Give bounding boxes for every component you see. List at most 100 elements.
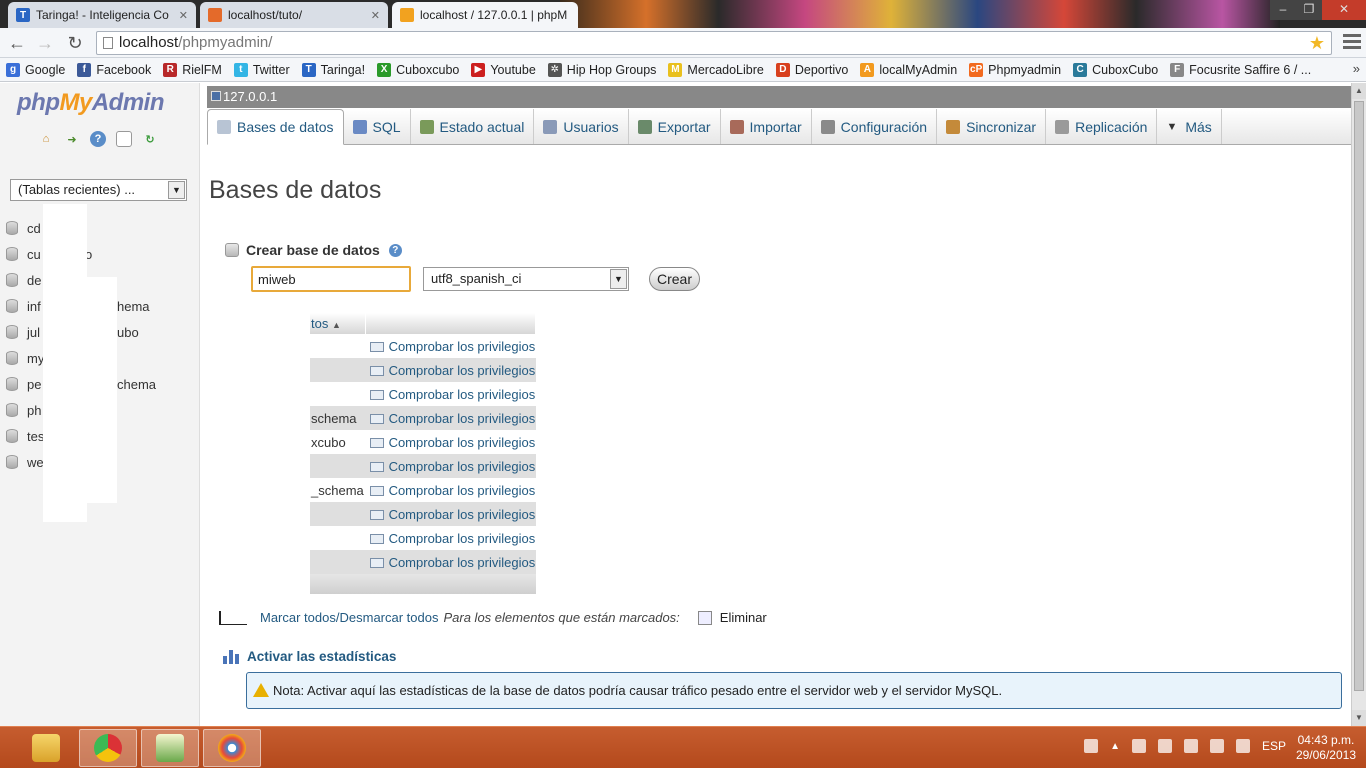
check-privileges-link[interactable]: Comprobar los privilegios	[366, 430, 536, 454]
bookmark-cuboxcubo[interactable]: C CuboxCubo	[1073, 62, 1158, 77]
help-icon[interactable]: ?	[90, 131, 106, 147]
sidebar-database-item[interactable]: jul	[6, 322, 40, 342]
privileges-icon	[369, 365, 384, 376]
database-icon	[6, 299, 18, 313]
bookmark-mercadolibre[interactable]: M MercadoLibre	[668, 62, 764, 77]
minimize-icon[interactable]: –	[1270, 0, 1296, 20]
sidebar-database-item[interactable]: cu	[6, 244, 41, 264]
replicacion-icon	[1055, 119, 1070, 134]
bookmark-google[interactable]: g Google	[6, 62, 65, 77]
tab-sincronizar[interactable]: Sincronizar	[937, 109, 1047, 144]
check-privileges-link[interactable]: Comprobar los privilegios	[365, 502, 536, 526]
battery-icon[interactable]	[1157, 739, 1172, 753]
maximize-icon[interactable]: ❐	[1296, 0, 1322, 20]
sidebar-database-item[interactable]: we	[6, 452, 44, 472]
address-bar[interactable]: localhost/phpmyadmin/ ★	[96, 31, 1332, 55]
chevron-up-icon[interactable]: ▲	[1110, 741, 1120, 752]
bookmark-star-icon[interactable]: ★	[1309, 32, 1325, 54]
chrome-app[interactable]	[79, 729, 137, 767]
tab-label: Usuarios	[563, 118, 619, 135]
bookmark-phpmyadmin[interactable]: cP Phpmyadmin	[969, 62, 1061, 77]
chevron-right-icon[interactable]: »	[1353, 61, 1360, 76]
bookmark-localmyadmin[interactable]: AlocalMyAdmin	[860, 62, 957, 77]
bookmark-hip-hop-groups[interactable]: ✲ Hip Hop Groups	[547, 62, 656, 77]
browser-tab-taringa[interactable]: T Taringa! - Inteligencia Co ✕	[8, 2, 196, 28]
sidebar-database-item[interactable]: my	[6, 348, 44, 368]
forward-arrow-icon[interactable]: →	[34, 32, 56, 54]
vertical-scrollbar[interactable]: ▲ ▼	[1351, 83, 1366, 726]
sidebar-database-item[interactable]: inf	[6, 296, 41, 316]
home-icon[interactable]: ⌂	[38, 131, 54, 147]
browser-tab-phpmyadmin[interactable]: localhost / 127.0.0.1 | phpM	[392, 2, 578, 28]
tab-replicacion[interactable]: Replicación	[1046, 109, 1158, 144]
create-database-button[interactable]: Crear	[649, 267, 700, 291]
close-icon[interactable]: ✕	[365, 9, 380, 22]
enable-statistics-link[interactable]: Activar las estadísticas	[223, 649, 396, 664]
bookmark-twitter[interactable]: t Twitter	[233, 62, 290, 77]
sidebar-database-item[interactable]: ph	[6, 400, 41, 420]
scroll-down-icon[interactable]: ▼	[1352, 710, 1366, 726]
sidebar-database-item[interactable]: cd	[6, 218, 41, 238]
check-privileges-link[interactable]: Comprobar los privilegios	[365, 454, 536, 478]
collation-select[interactable]: utf8_spanish_ci ▼	[423, 267, 629, 291]
back-arrow-icon[interactable]: ←	[6, 32, 28, 54]
server-breadcrumb[interactable]: 127.0.0.1	[207, 86, 1351, 108]
refresh-icon[interactable]: ↻	[142, 131, 158, 147]
check-privileges-link[interactable]: Comprobar los privilegios	[366, 526, 536, 550]
check-privileges-link[interactable]: Comprobar los privilegios	[365, 550, 536, 574]
google-icon: g	[6, 62, 20, 77]
signal-icon[interactable]	[1183, 739, 1198, 753]
sidebar-database-item[interactable]: tes	[6, 426, 44, 446]
bookmark-deportivo[interactable]: D Deportivo	[775, 62, 848, 77]
scrollbar-thumb[interactable]	[1354, 101, 1364, 691]
reload-icon[interactable]: ↻	[64, 32, 86, 54]
cuboxcubo-icon: X	[377, 62, 392, 77]
scroll-up-icon[interactable]: ▲	[1352, 83, 1366, 99]
tab-estado-actual[interactable]: Estado actual	[411, 109, 535, 144]
close-window-icon[interactable]: ✕	[1322, 0, 1366, 20]
bookmark-rielfm[interactable]: R RielFM	[163, 62, 222, 77]
privileges-icon	[369, 461, 384, 472]
menu-icon[interactable]	[1343, 34, 1361, 50]
documentation-icon[interactable]	[116, 131, 132, 147]
phpmyadmin-logo[interactable]: phpMyAdmin	[17, 89, 165, 117]
tab-configuracion[interactable]: Configuración	[812, 109, 938, 144]
check-privileges-link[interactable]: Comprobar los privilegios	[365, 358, 536, 382]
check-privileges-link[interactable]: Comprobar los privilegios	[366, 334, 536, 358]
sidebar-database-item[interactable]: de	[6, 270, 41, 290]
bookmark-cuboxcubo[interactable]: X Cuboxcubo	[377, 62, 459, 77]
dropbox-icon[interactable]	[1235, 739, 1250, 753]
check-privileges-link[interactable]: Comprobar los privilegios	[366, 382, 536, 406]
language-indicator[interactable]: ESP	[1262, 739, 1286, 753]
tab-importar[interactable]: Importar	[721, 109, 812, 144]
logout-icon[interactable]: ➜	[64, 131, 80, 147]
bookmark-youtube[interactable]: ▶ Youtube	[471, 62, 536, 77]
new-database-name-input[interactable]	[251, 266, 411, 292]
uncheck-all-link[interactable]: Desmarcar todos	[340, 610, 439, 625]
file-explorer-app[interactable]	[17, 729, 75, 767]
tab-label: Exportar	[657, 118, 711, 135]
network-icon[interactable]	[1084, 739, 1099, 753]
sidebar-database-item[interactable]: pe	[6, 374, 41, 394]
volume-icon[interactable]	[1209, 739, 1224, 753]
tab-exportar[interactable]: Exportar	[629, 109, 721, 144]
bookmark-focusrite-saffire-6[interactable]: F Focusrite Saffire 6 / ...	[1170, 62, 1311, 77]
delete-selected-button[interactable]: Eliminar	[697, 610, 767, 625]
bookmark-facebook[interactable]: f Facebook	[77, 62, 151, 77]
tab-sql[interactable]: SQL	[344, 109, 411, 144]
bookmark-taringa[interactable]: T Taringa!	[301, 62, 365, 77]
check-privileges-link[interactable]: Comprobar los privilegios	[365, 406, 536, 430]
flag-icon[interactable]	[1131, 739, 1146, 753]
tab-bases-de-datos[interactable]: Bases de datos	[207, 109, 344, 145]
paint-app[interactable]	[203, 729, 261, 767]
check-all-link[interactable]: Marcar todos	[260, 610, 336, 625]
check-privileges-link[interactable]: Comprobar los privilegios	[366, 478, 536, 502]
help-icon[interactable]: ?	[388, 243, 402, 257]
wamp-app[interactable]	[141, 729, 199, 767]
recent-tables-select[interactable]: (Tablas recientes) ... ▼	[10, 179, 187, 201]
close-icon[interactable]: ✕	[173, 9, 188, 22]
tab-usuarios[interactable]: Usuarios	[534, 109, 629, 144]
tab-mas[interactable]: ▼ Más	[1157, 109, 1222, 144]
browser-tab-tuto[interactable]: localhost/tuto/ ✕	[200, 2, 388, 28]
clock[interactable]: 04:43 p.m. 29/06/2013	[1296, 733, 1356, 763]
